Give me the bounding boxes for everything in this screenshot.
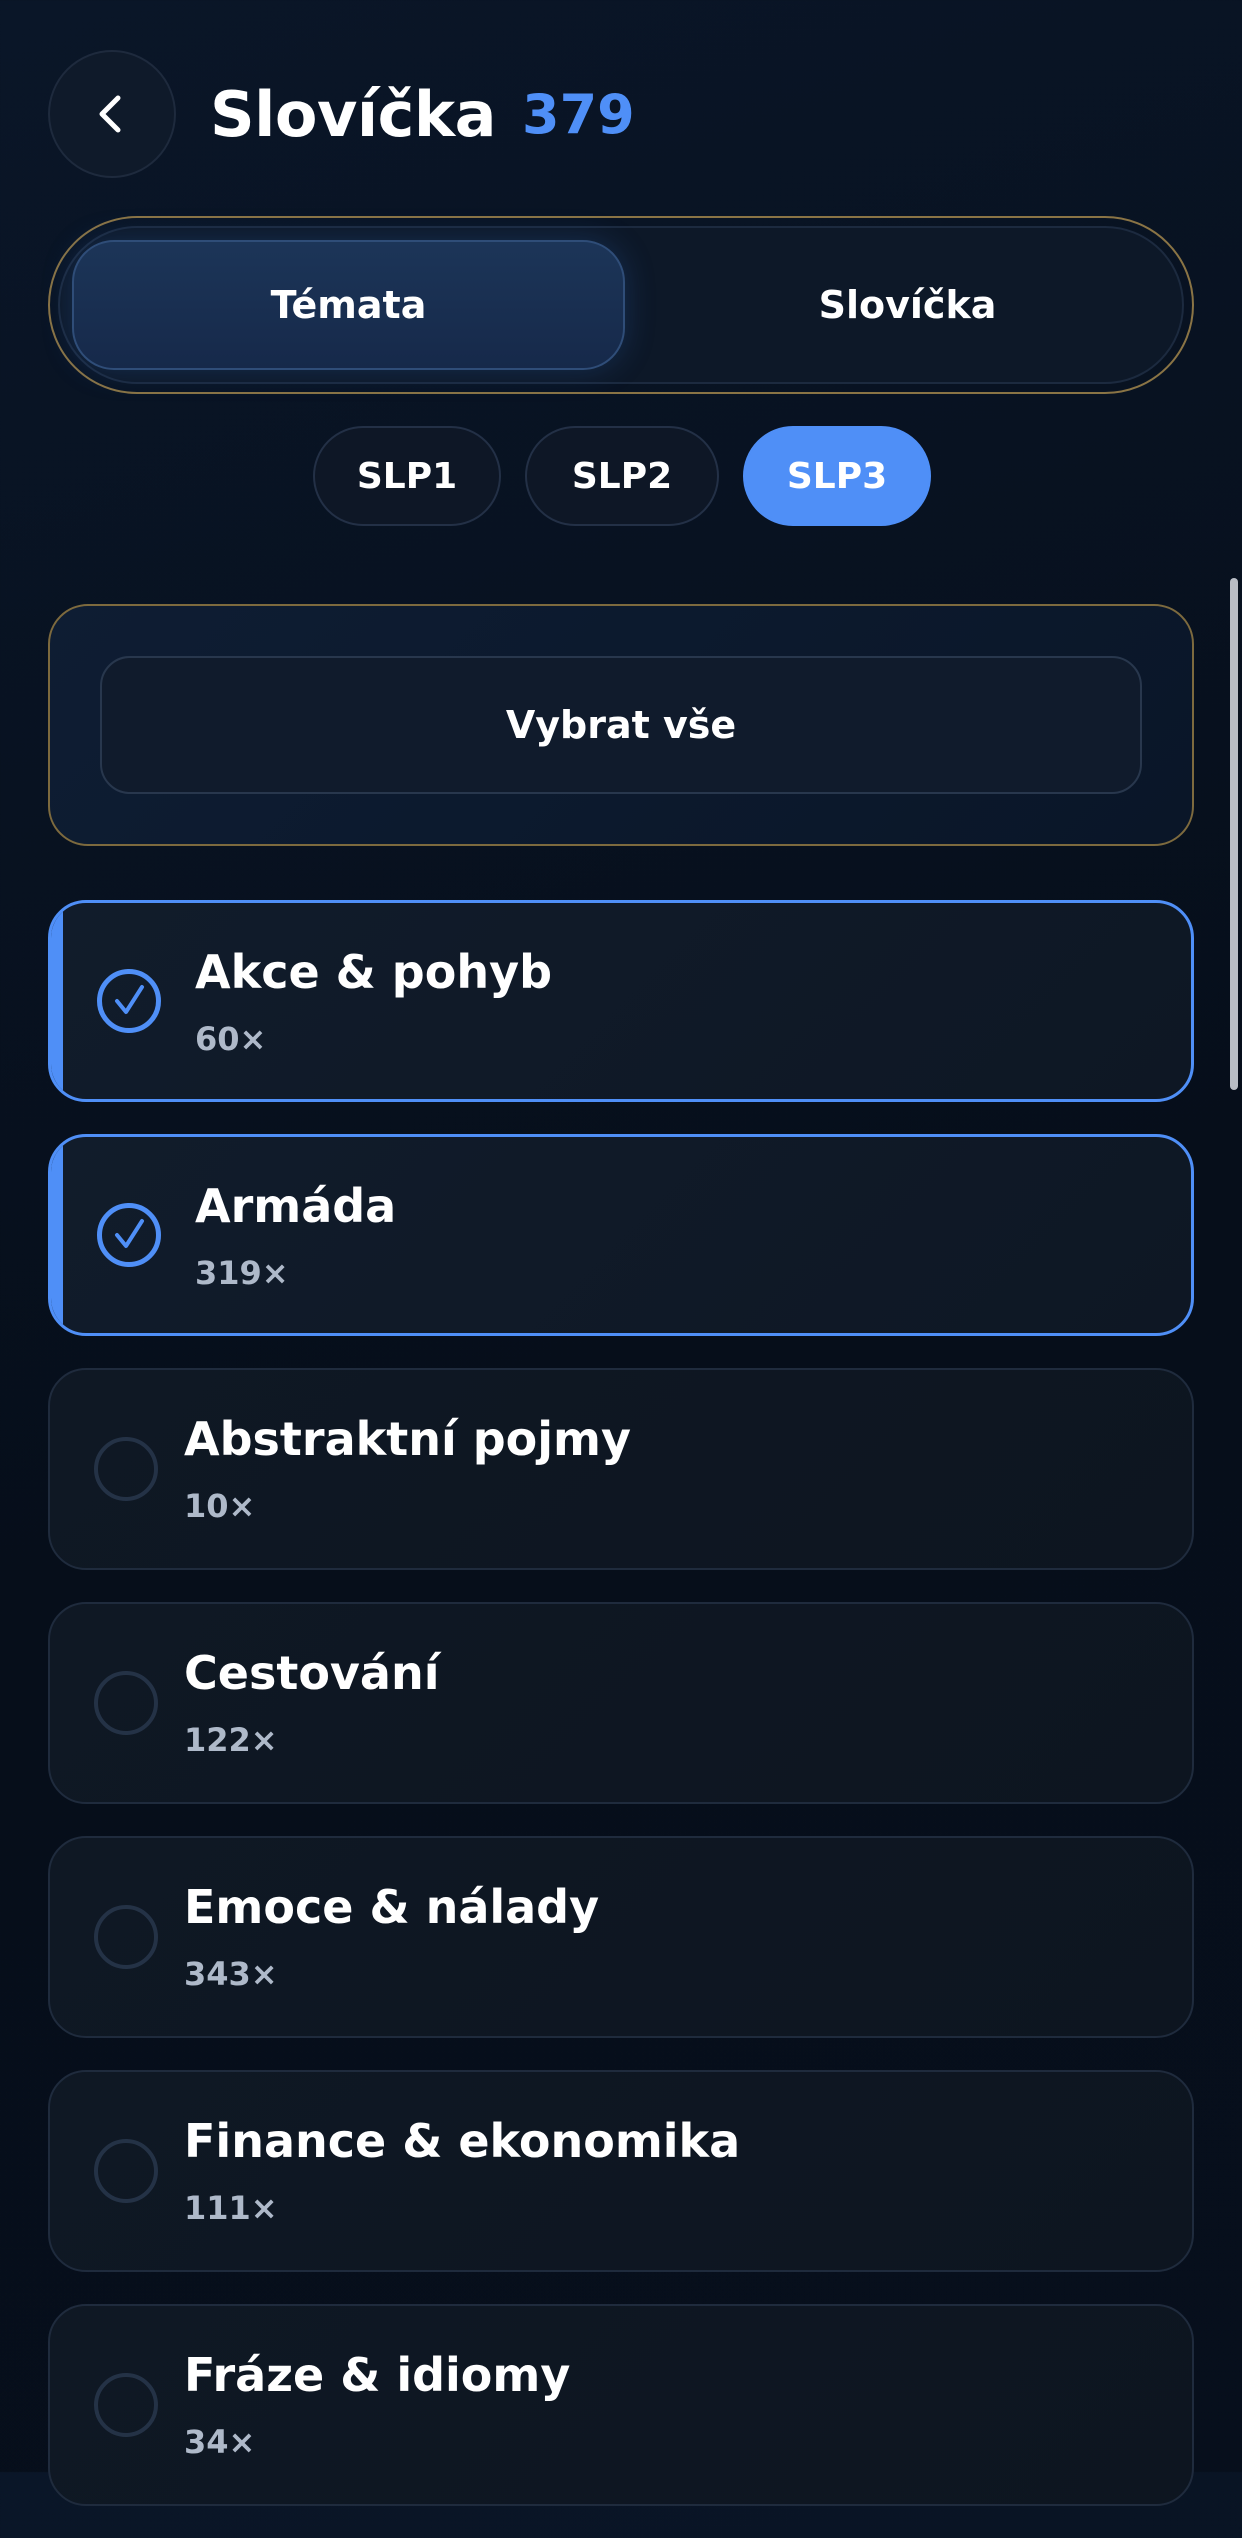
page-title: Slovíčka	[210, 77, 497, 151]
level-pill-slp2[interactable]: SLP2	[525, 426, 719, 526]
word-count: 379	[522, 82, 635, 146]
topic-name: Finance & ekonomika	[184, 2114, 741, 2168]
topic-count: 34×	[184, 2422, 256, 2461]
topic-count: 319×	[195, 1253, 289, 1292]
level-filter: SLP1 SLP2 SLP3	[0, 426, 1242, 526]
topic-item[interactable]: Akce & pohyb 60×	[48, 900, 1194, 1102]
back-button[interactable]	[48, 50, 176, 178]
topic-count: 343×	[184, 1954, 278, 1993]
select-all-button[interactable]: Vybrat vše	[100, 656, 1142, 794]
empty-circle-icon	[94, 1671, 158, 1735]
tab-topics[interactable]: Témata	[72, 240, 625, 370]
empty-circle-icon	[94, 2139, 158, 2203]
empty-circle-icon	[94, 1905, 158, 1969]
level-pill-slp3[interactable]: SLP3	[743, 426, 931, 526]
topic-item[interactable]: Fráze & idiomy 34×	[48, 2304, 1194, 2506]
topic-name: Abstraktní pojmy	[184, 1412, 631, 1466]
header: Slovíčka 379	[48, 48, 635, 180]
topic-name: Akce & pohyb	[195, 945, 552, 999]
topic-count: 111×	[184, 2188, 278, 2227]
topic-item[interactable]: Abstraktní pojmy 10×	[48, 1368, 1194, 1570]
chevron-left-icon	[99, 95, 121, 133]
topic-count: 10×	[184, 1486, 256, 1525]
select-all-card: Vybrat vše	[48, 604, 1194, 846]
check-circle-icon	[97, 969, 161, 1033]
view-toggle: Témata Slovíčka	[48, 216, 1194, 394]
topic-name: Fráze & idiomy	[184, 2348, 571, 2402]
scrollbar[interactable]	[1230, 578, 1238, 1090]
topic-name: Cestování	[184, 1646, 440, 1700]
topic-count: 122×	[184, 1720, 278, 1759]
topic-item[interactable]: Finance & ekonomika 111×	[48, 2070, 1194, 2272]
topic-count: 60×	[195, 1019, 267, 1058]
topic-name: Emoce & nálady	[184, 1880, 600, 1934]
tab-words[interactable]: Slovíčka	[633, 228, 1182, 382]
empty-circle-icon	[94, 2373, 158, 2437]
topic-item[interactable]: Emoce & nálady 343×	[48, 1836, 1194, 2038]
topic-item[interactable]: Armáda 319×	[48, 1134, 1194, 1336]
empty-circle-icon	[94, 1437, 158, 1501]
check-circle-icon	[97, 1203, 161, 1267]
topic-name: Armáda	[195, 1179, 397, 1233]
level-pill-slp1[interactable]: SLP1	[313, 426, 501, 526]
topic-list: Akce & pohyb 60× Armáda 319× Abstraktní …	[48, 900, 1194, 2538]
topic-item[interactable]: Cestování 122×	[48, 1602, 1194, 1804]
